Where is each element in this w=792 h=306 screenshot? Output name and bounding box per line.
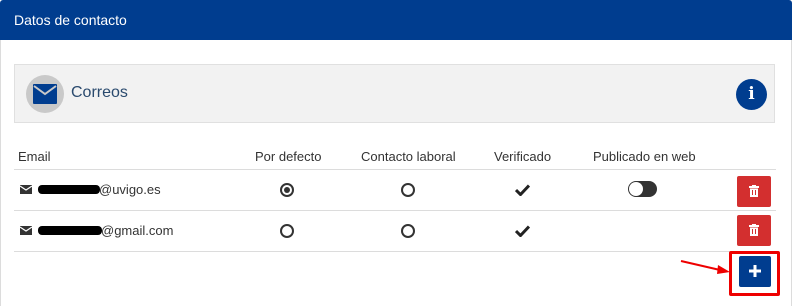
section-header: Correos i [14, 64, 775, 123]
email-address: @uvigo.es [99, 182, 161, 197]
panel-header: Datos de contacto [0, 0, 792, 40]
info-button[interactable]: i [736, 79, 767, 110]
work-contact-radio[interactable] [401, 183, 415, 197]
envelope-icon [20, 226, 32, 235]
default-radio[interactable] [280, 224, 294, 238]
check-icon [515, 225, 530, 237]
divider [14, 210, 776, 211]
redacted-text [38, 226, 102, 235]
work-contact-radio[interactable] [401, 224, 415, 238]
delete-button[interactable] [737, 176, 771, 207]
column-header-por-defecto: Por defecto [255, 149, 322, 164]
column-header-verificado: Verificado [494, 149, 552, 164]
info-icon: i [748, 84, 755, 104]
panel-title: Datos de contacto [14, 12, 127, 28]
envelope-icon [33, 84, 57, 104]
divider [14, 251, 776, 252]
email-address: @gmail.com [101, 223, 174, 238]
plus-icon [749, 265, 761, 277]
default-radio[interactable] [280, 183, 294, 197]
publish-web-toggle[interactable] [628, 181, 657, 197]
section-icon-circle [26, 75, 64, 113]
trash-icon [749, 185, 759, 197]
delete-button[interactable] [737, 215, 771, 246]
column-header-email: Email [18, 149, 51, 164]
divider [14, 169, 776, 170]
check-icon [515, 184, 530, 196]
toggle-knob [629, 182, 643, 196]
add-email-button[interactable] [739, 256, 771, 287]
envelope-icon [20, 185, 32, 194]
column-header-contacto-laboral: Contacto laboral [361, 149, 456, 164]
column-header-publicado-en-web: Publicado en web [593, 149, 696, 164]
trash-icon [749, 224, 759, 236]
arrow-annotation [680, 260, 730, 274]
section-title: Correos [71, 84, 128, 101]
redacted-text [38, 185, 100, 194]
